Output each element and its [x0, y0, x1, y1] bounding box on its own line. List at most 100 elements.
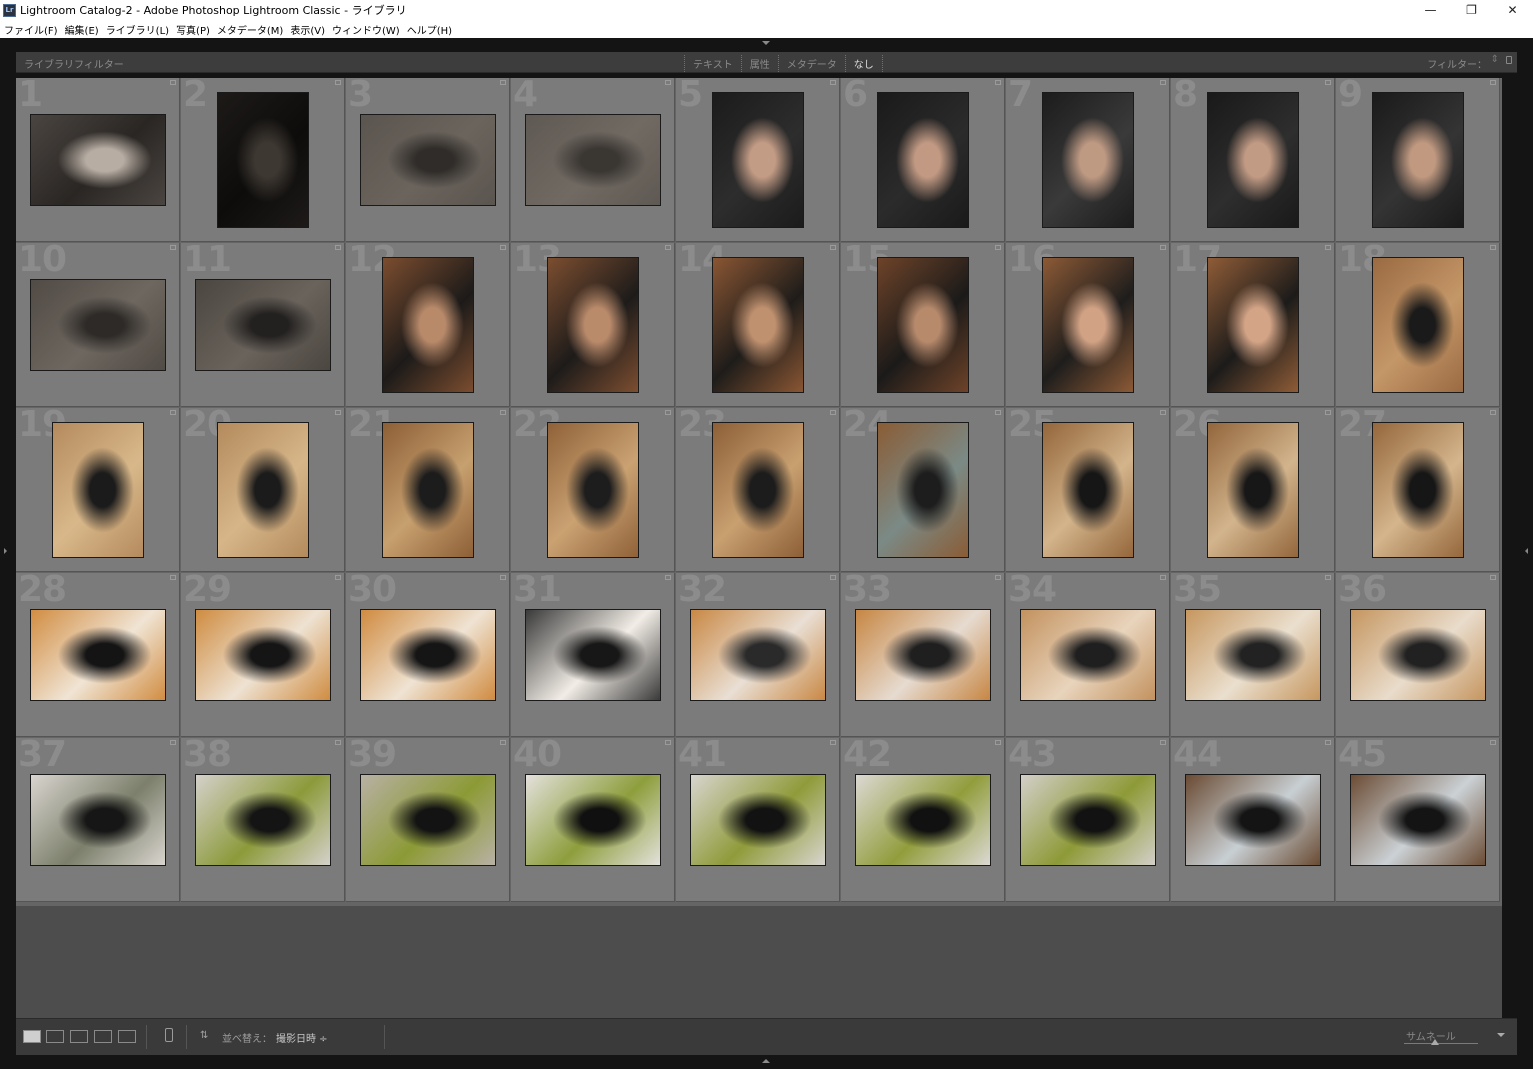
thumbnail-badge-icon[interactable]: [1490, 740, 1496, 745]
toolbar-options-chevron-down-icon[interactable]: [1497, 1033, 1505, 1037]
menu-item[interactable]: ファイル(F): [0, 22, 61, 37]
photo-thumbnail[interactable]: [856, 775, 990, 865]
thumbnail-badge-icon[interactable]: [500, 80, 506, 85]
thumbnail-badge-icon[interactable]: [1325, 740, 1331, 745]
filter-tab-text[interactable]: テキスト: [684, 55, 741, 72]
thumbnail-cell[interactable]: 19: [16, 408, 180, 572]
photo-thumbnail[interactable]: [1186, 610, 1320, 700]
photo-thumbnail[interactable]: [713, 423, 803, 557]
restore-icon[interactable]: ❐: [1451, 0, 1492, 20]
photo-thumbnail[interactable]: [878, 423, 968, 557]
loupe-view-icon[interactable]: [46, 1030, 64, 1043]
thumbnail-cell[interactable]: 24: [841, 408, 1005, 572]
sort-dropdown[interactable]: 撮影日時 ÷: [276, 1030, 328, 1045]
filter-preset-dropdown[interactable]: フィルター：: [1427, 56, 1487, 71]
photo-thumbnail[interactable]: [31, 610, 165, 700]
photo-thumbnail[interactable]: [31, 115, 165, 205]
thumbnail-badge-icon[interactable]: [170, 80, 176, 85]
photo-thumbnail[interactable]: [878, 258, 968, 392]
thumbnail-badge-icon[interactable]: [995, 245, 1001, 250]
photo-thumbnail[interactable]: [1373, 423, 1463, 557]
photo-thumbnail[interactable]: [1021, 610, 1155, 700]
thumbnail-cell[interactable]: 36: [1336, 573, 1500, 737]
thumbnail-badge-icon[interactable]: [1160, 80, 1166, 85]
menu-item[interactable]: ライブラリ(L): [102, 22, 172, 37]
thumbnail-cell[interactable]: 34: [1006, 573, 1170, 737]
thumbnail-cell[interactable]: 18: [1336, 243, 1500, 407]
thumbnail-cell[interactable]: 12: [346, 243, 510, 407]
thumbnail-cell[interactable]: 13: [511, 243, 675, 407]
thumbnail-badge-icon[interactable]: [995, 740, 1001, 745]
thumbnail-badge-icon[interactable]: [1325, 575, 1331, 580]
photo-thumbnail[interactable]: [196, 280, 330, 370]
survey-view-icon[interactable]: [94, 1030, 112, 1043]
thumbnail-badge-icon[interactable]: [170, 575, 176, 580]
thumbnail-badge-icon[interactable]: [500, 740, 506, 745]
thumbnail-cell[interactable]: 2: [181, 78, 345, 242]
minimize-icon[interactable]: —: [1410, 0, 1451, 20]
thumbnail-badge-icon[interactable]: [1160, 575, 1166, 580]
photo-thumbnail[interactable]: [1373, 93, 1463, 227]
photo-thumbnail[interactable]: [1208, 423, 1298, 557]
photo-thumbnail[interactable]: [1043, 423, 1133, 557]
thumbnail-cell[interactable]: 30: [346, 573, 510, 737]
thumbnail-cell[interactable]: 37: [16, 738, 180, 902]
filter-tab-attribute[interactable]: 属性: [740, 55, 778, 72]
photo-thumbnail[interactable]: [361, 115, 495, 205]
thumbnail-badge-icon[interactable]: [500, 410, 506, 415]
photo-thumbnail[interactable]: [878, 93, 968, 227]
thumbnail-cell[interactable]: 29: [181, 573, 345, 737]
thumbnail-cell[interactable]: 43: [1006, 738, 1170, 902]
photo-thumbnail[interactable]: [218, 93, 308, 227]
menu-item[interactable]: メタデータ(M): [213, 22, 286, 37]
photo-thumbnail[interactable]: [1373, 258, 1463, 392]
thumbnail-badge-icon[interactable]: [665, 575, 671, 580]
photo-thumbnail[interactable]: [383, 258, 473, 392]
photo-thumbnail[interactable]: [196, 610, 330, 700]
photo-thumbnail[interactable]: [713, 258, 803, 392]
people-view-icon[interactable]: [118, 1030, 136, 1043]
photo-thumbnail[interactable]: [856, 610, 990, 700]
thumbnail-cell[interactable]: 32: [676, 573, 840, 737]
thumbnail-cell[interactable]: 42: [841, 738, 1005, 902]
photo-thumbnail[interactable]: [218, 423, 308, 557]
thumbnail-badge-icon[interactable]: [995, 575, 1001, 580]
photo-thumbnail[interactable]: [1208, 258, 1298, 392]
thumbnail-badge-icon[interactable]: [335, 575, 341, 580]
thumbnail-badge-icon[interactable]: [1490, 575, 1496, 580]
thumbnail-badge-icon[interactable]: [1160, 410, 1166, 415]
photo-thumbnail[interactable]: [1043, 93, 1133, 227]
photo-thumbnail[interactable]: [1043, 258, 1133, 392]
photo-thumbnail[interactable]: [526, 115, 660, 205]
right-panel-toggle-icon[interactable]: [1525, 548, 1528, 554]
thumbnail-cell[interactable]: 10: [16, 243, 180, 407]
lock-icon[interactable]: [1506, 56, 1512, 64]
menu-item[interactable]: 写真(P): [172, 22, 213, 37]
thumbnail-cell[interactable]: 4: [511, 78, 675, 242]
photo-thumbnail[interactable]: [548, 423, 638, 557]
thumbnail-size-slider-knob[interactable]: [1431, 1039, 1439, 1045]
photo-thumbnail[interactable]: [361, 775, 495, 865]
filter-tab-none[interactable]: なし: [844, 55, 883, 72]
thumbnail-cell[interactable]: 41: [676, 738, 840, 902]
spray-can-icon[interactable]: [165, 1028, 173, 1042]
photo-thumbnail[interactable]: [691, 610, 825, 700]
photo-thumbnail[interactable]: [1021, 775, 1155, 865]
thumbnail-cell[interactable]: 28: [16, 573, 180, 737]
thumbnail-cell[interactable]: 35: [1171, 573, 1335, 737]
thumbnail-cell[interactable]: 22: [511, 408, 675, 572]
thumbnail-cell[interactable]: 38: [181, 738, 345, 902]
thumbnail-cell[interactable]: 11: [181, 243, 345, 407]
photo-thumbnail[interactable]: [1186, 775, 1320, 865]
thumbnail-cell[interactable]: 39: [346, 738, 510, 902]
menu-item[interactable]: 表示(V): [286, 22, 328, 37]
photo-thumbnail[interactable]: [53, 423, 143, 557]
thumbnail-badge-icon[interactable]: [1160, 245, 1166, 250]
thumbnail-badge-icon[interactable]: [170, 740, 176, 745]
thumbnail-cell[interactable]: 5: [676, 78, 840, 242]
thumbnail-badge-icon[interactable]: [1325, 410, 1331, 415]
menu-item[interactable]: ウィンドウ(W): [328, 22, 403, 37]
photo-thumbnail[interactable]: [548, 258, 638, 392]
photo-thumbnail[interactable]: [196, 775, 330, 865]
thumbnail-cell[interactable]: 16: [1006, 243, 1170, 407]
